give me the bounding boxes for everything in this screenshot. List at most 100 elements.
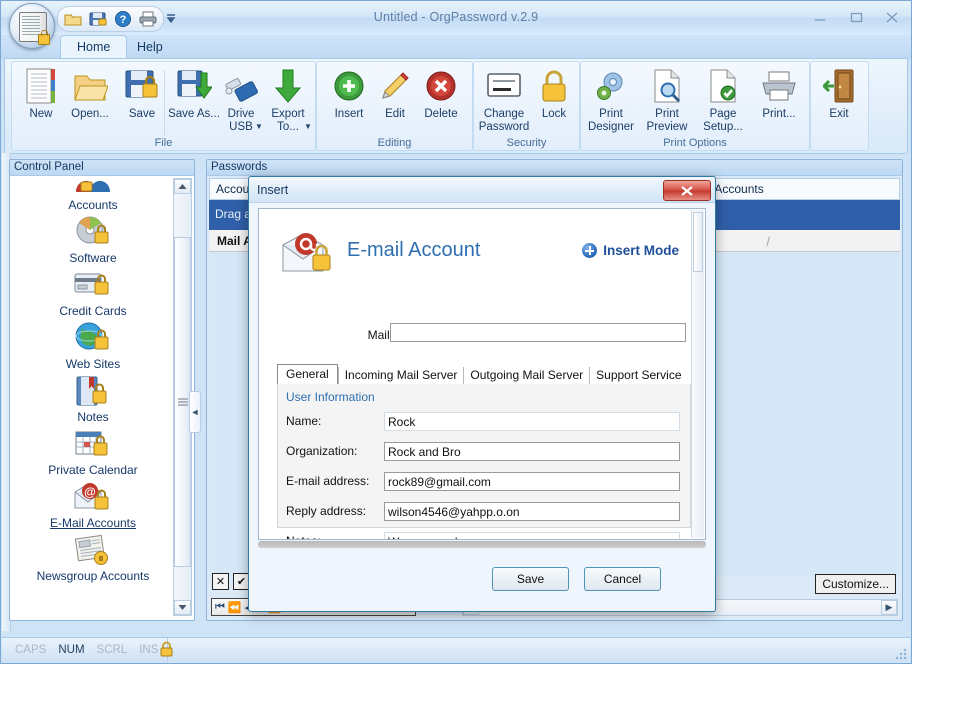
ribbon-command-page-setup[interactable]: Page Setup... [697, 66, 749, 134]
ribbon-command-edit[interactable]: Edit [369, 66, 421, 121]
ribbon-command-print-preview[interactable]: Print Preview [641, 66, 693, 134]
edit-pencil-icon [369, 66, 421, 106]
ribbon-command-delete[interactable]: Delete [415, 66, 467, 121]
credit-card-icon [14, 267, 172, 303]
quick-access-toolbar: ? [57, 6, 164, 32]
tab-support-service[interactable]: Support Service [589, 367, 687, 384]
title-bar: ? Untitled - OrgPassword v.2.9 [1, 1, 911, 49]
insert-plus-icon [323, 66, 375, 106]
padlock-icon [160, 641, 173, 660]
dialog-close-button[interactable] [663, 180, 711, 201]
ribbon-command-label: Save As... [168, 108, 220, 120]
close-button[interactable] [881, 9, 903, 25]
ribbon-command-label: Page Setup... [703, 108, 743, 133]
status-num: NUM [58, 644, 85, 656]
scroll-right-button[interactable]: ▶ [881, 600, 897, 615]
ribbon-command-open[interactable]: Open... [64, 66, 116, 121]
organization-input[interactable]: Rock and Bro [384, 442, 680, 461]
ribbon-command-change-password[interactable]: Change Password [476, 66, 532, 134]
cp-item-newsgroup-accounts[interactable]: Newsgroup Accounts [14, 532, 172, 583]
cp-item-accounts[interactable]: Accounts [14, 177, 172, 212]
cp-item-software[interactable]: Software [14, 214, 172, 265]
window-controls [809, 9, 903, 25]
cp-item-credit-cards[interactable]: Credit Cards [14, 267, 172, 318]
reply-address-input[interactable]: wilson4546@yahpp.o.on [384, 502, 680, 521]
newspaper-icon [14, 532, 172, 568]
grid-cancel-button[interactable]: ✕ [212, 573, 229, 590]
print-preview-icon [641, 66, 693, 106]
control-panel: Control Panel Accounts Software Credit C… [9, 159, 195, 621]
lock-icon [38, 30, 50, 45]
email-address-input[interactable]: rock89@gmail.com [384, 472, 680, 491]
mail-account-input[interactable] [390, 323, 686, 342]
application-menu-orb[interactable] [9, 3, 55, 49]
cp-item-email-accounts[interactable]: @ E-Mail Accounts [14, 479, 172, 530]
open-folder-icon [64, 66, 116, 106]
help-icon[interactable]: ? [114, 10, 132, 28]
dialog-scrollbar[interactable] [691, 210, 704, 538]
notes-input[interactable]: Warm regards [384, 532, 680, 539]
ribbon-command-insert[interactable]: Insert [323, 66, 375, 121]
dialog-title-bar: Insert [249, 177, 715, 203]
maximize-button[interactable] [845, 9, 867, 25]
cp-item-notes[interactable]: Notes [14, 373, 172, 424]
resize-grip[interactable] [894, 646, 908, 660]
save-as-icon [168, 66, 220, 106]
status-bar: CAPS NUM SCRL INS [2, 637, 910, 662]
ribbon-command-exit[interactable]: Exit [813, 66, 865, 121]
ribbon-command-export-to[interactable]: Export To... ▼ [262, 66, 314, 134]
panel-splitter-collapse-handle[interactable]: ◄ [189, 391, 201, 433]
cp-item-label: Accounts [68, 198, 118, 212]
customize-button[interactable]: Customize... [815, 574, 896, 594]
ribbon-command-lock[interactable]: Lock [530, 66, 578, 121]
ribbon-command-new[interactable]: New [15, 66, 67, 121]
ribbon-group-editing: Insert Edit Delete Editing [316, 61, 473, 151]
ribbon-command-print-designer[interactable]: Print Designer [585, 66, 637, 134]
calendar-icon [14, 426, 172, 462]
grid-edit-buttons: ✕ ✔ [212, 573, 250, 590]
tab-outgoing-mail-server[interactable]: Outgoing Mail Server [463, 367, 589, 384]
qat-dropdown-icon[interactable] [164, 11, 178, 25]
cp-item-web-sites[interactable]: Web Sites [14, 320, 172, 371]
dialog-scrollbar-thumb[interactable] [693, 212, 703, 272]
ribbon-command-drive-usb[interactable]: Drive USB ▼ [215, 66, 267, 134]
status-caps: CAPS [15, 644, 47, 656]
tab-general[interactable]: General [277, 364, 338, 385]
cancel-button[interactable]: Cancel [584, 567, 661, 591]
tab-help[interactable]: Help [121, 35, 179, 59]
nav-first-icon[interactable]: ⏮ [215, 601, 225, 614]
ribbon-command-label: Insert [334, 108, 364, 120]
nav-prior-page-icon[interactable]: ⏪ [228, 601, 242, 614]
dialog-heading: E-mail Account [347, 239, 481, 261]
ribbon-command-print[interactable]: Print... [753, 66, 805, 121]
cp-item-label: Private Calendar [48, 463, 138, 477]
name-input[interactable]: Rock [384, 412, 680, 431]
globe-icon [14, 320, 172, 356]
tab-incoming-mail-server[interactable]: Incoming Mail Server [337, 367, 464, 384]
insert-mode-label: Insert Mode [603, 243, 679, 258]
save-button[interactable]: Save [492, 567, 569, 591]
ribbon-command-label: Edit [385, 108, 405, 120]
status-indicators: CAPS NUM SCRL INS [8, 638, 168, 662]
scroll-up-button[interactable] [174, 179, 191, 194]
grid-indicator: / [766, 234, 770, 249]
delete-x-icon [415, 66, 467, 106]
scroll-down-button[interactable] [174, 600, 191, 615]
insert-dialog: Insert E-mail Account Insert Mode Mail A… [248, 176, 716, 612]
ribbon-command-save-as[interactable]: Save As... [168, 66, 220, 121]
chevron-down-icon[interactable]: ▼ [304, 122, 312, 131]
control-panel-list: Accounts Software Credit Cards Web Sites [14, 177, 172, 616]
ribbon-group-file: New Open... Save Save As... Drive USB ▼ … [11, 61, 316, 151]
tab-home[interactable]: Home [60, 35, 128, 60]
print-icon[interactable] [139, 10, 157, 28]
dialog-body: E-mail Account Insert Mode Mail Account:… [258, 208, 706, 540]
cp-item-private-calendar[interactable]: Private Calendar [14, 426, 172, 477]
general-tab-panel: User Information Name: Rock Organization… [277, 384, 691, 539]
ribbon-group-title: Print Options [663, 137, 727, 149]
ribbon-command-save[interactable]: Save [116, 66, 168, 121]
open-icon[interactable] [64, 10, 82, 28]
cp-item-label: E-Mail Accounts [49, 516, 137, 530]
save-icon[interactable] [89, 10, 107, 28]
dialog-tab-strip: General Incoming Mail Server Outgoing Ma… [277, 364, 691, 385]
minimize-button[interactable] [809, 9, 831, 25]
